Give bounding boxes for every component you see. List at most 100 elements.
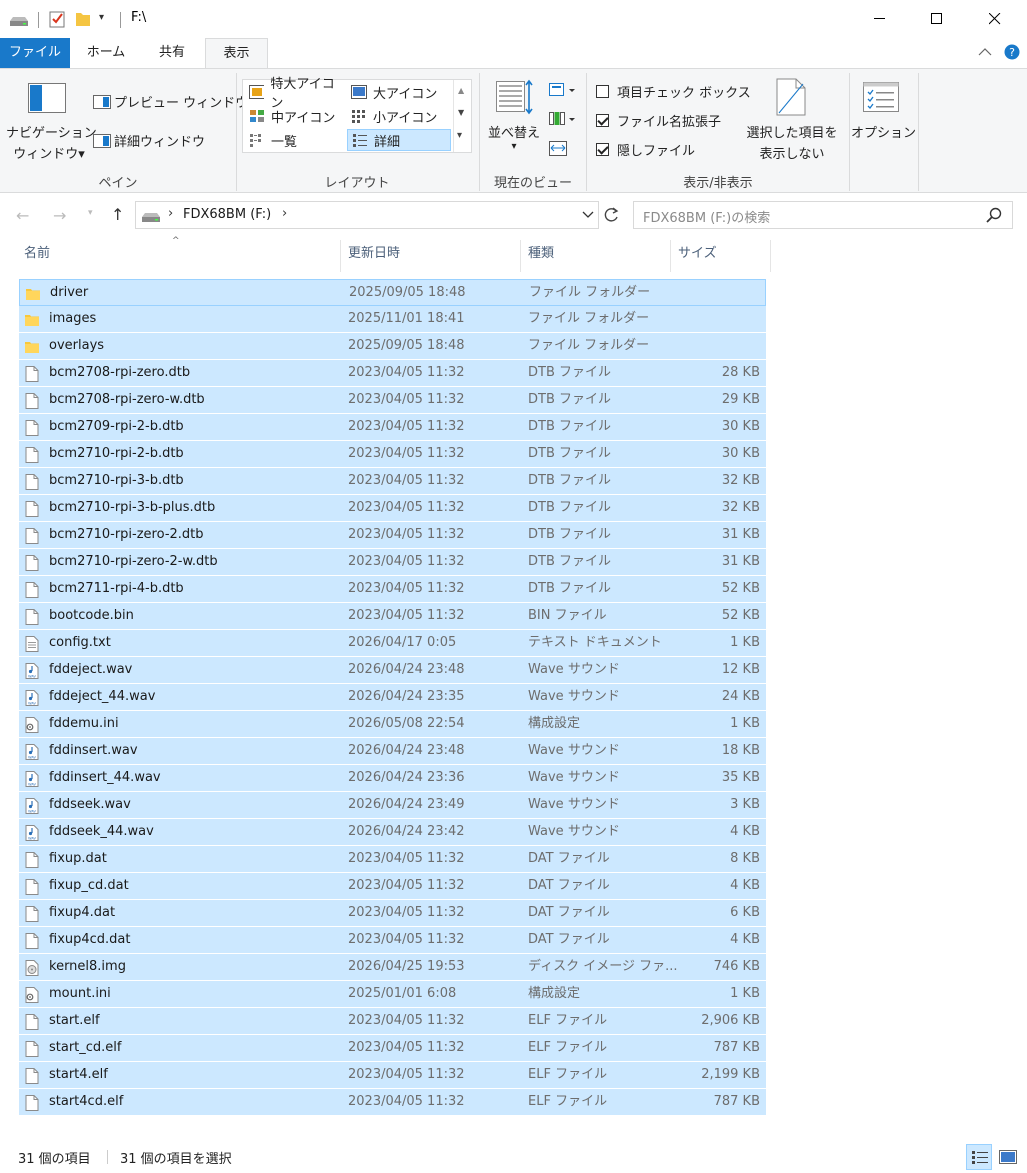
file-row[interactable]: start.elf 2023/04/05 11:32 ELF ファイル 2,906 K…	[19, 1008, 766, 1035]
up-icon[interactable]: ↑	[111, 205, 124, 224]
column-header-size[interactable]: サイズ	[678, 240, 770, 272]
file-row[interactable]: bcm2711-rpi-4-b.dtb 2023/04/05 11:32 DTB フ…	[19, 576, 766, 603]
column-header-date[interactable]: 更新日時	[348, 240, 520, 272]
file-row[interactable]: mount.ini 2025/01/01 6:08 構成設定 1 KB	[19, 981, 766, 1008]
options-icon[interactable]	[863, 82, 899, 116]
layout-details[interactable]: 詳細	[347, 129, 451, 151]
search-box[interactable]: FDX68BM (F:)の検索	[633, 201, 1013, 229]
file-row[interactable]: config.txt 2026/04/17 0:05 テキスト ドキュメント 1 KB	[19, 630, 766, 657]
expand-gallery-icon[interactable]: ▾	[457, 130, 462, 141]
file-type: DTB ファイル	[528, 446, 612, 461]
file-row[interactable]: WAV fddseek.wav 2026/04/24 23:49 Wave サウンド 3…	[19, 792, 766, 819]
address-dropdown-icon[interactable]	[582, 209, 594, 224]
details-view-button[interactable]	[966, 1144, 992, 1170]
folder-row[interactable]: driver 2025/09/05 18:48 ファイル フォルダー	[19, 279, 766, 306]
file-row[interactable]: bcm2709-rpi-2-b.dtb 2023/04/05 11:32 DTB フ…	[19, 414, 766, 441]
layout-large-icons[interactable]: 大アイコン	[347, 81, 451, 103]
file-row[interactable]: start_cd.elf 2023/04/05 11:32 ELF ファイル 787 …	[19, 1035, 766, 1062]
new-folder-icon[interactable]	[75, 10, 91, 32]
show-hide-group-label: 表示/非表示	[683, 176, 753, 191]
properties-icon[interactable]	[49, 10, 65, 32]
navigation-pane-icon[interactable]	[28, 83, 66, 117]
file-row[interactable]: fixup_cd.dat 2023/04/05 11:32 DAT ファイル 4 KB	[19, 873, 766, 900]
search-icon[interactable]	[986, 207, 1002, 227]
group-by-button[interactable]	[549, 82, 577, 102]
file-row[interactable]: fixup4.dat 2023/04/05 11:32 DAT ファイル 6 KB	[19, 900, 766, 927]
breadcrumb-separator-icon[interactable]: ›	[168, 206, 173, 221]
file-row[interactable]: fixup.dat 2023/04/05 11:32 DAT ファイル 8 KB	[19, 846, 766, 873]
file-row[interactable]: WAV fddinsert_44.wav 2026/04/24 23:36 Wave …	[19, 765, 766, 792]
file-row[interactable]: bcm2710-rpi-3-b-plus.dtb 2023/04/05 11:32…	[19, 495, 766, 522]
breadcrumb-chevron-icon[interactable]: ›	[282, 206, 287, 221]
recent-locations-icon[interactable]: ▾	[88, 208, 93, 218]
navigation-pane-button[interactable]: ナビゲーション ウィンドウ▾	[6, 122, 97, 162]
address-bar[interactable]: › FDX68BM (F:) ›	[135, 201, 599, 229]
maximize-button[interactable]	[908, 0, 966, 38]
file-type: BIN ファイル	[528, 608, 607, 623]
file-row[interactable]: WAV fddeject_44.wav 2026/04/24 23:35 Wave サ…	[19, 684, 766, 711]
file-row[interactable]: bcm2708-rpi-zero-w.dtb 2023/04/05 11:32 DT…	[19, 387, 766, 414]
layout-medium-icons[interactable]: 中アイコン	[245, 105, 345, 127]
item-checkboxes-checkbox[interactable]	[596, 85, 609, 98]
tab-share[interactable]: 共有	[144, 38, 200, 68]
layout-small-icons[interactable]: 小アイコン	[347, 105, 451, 127]
customize-qat-icon[interactable]: ▾	[99, 12, 104, 23]
large-icons-view-button[interactable]	[995, 1144, 1021, 1170]
file-extensions-checkbox[interactable]	[596, 114, 609, 127]
column-separator[interactable]	[670, 240, 671, 272]
tab-home[interactable]: ホーム	[78, 38, 134, 68]
add-columns-button[interactable]	[549, 111, 577, 131]
file-row[interactable]: kernel8.img 2026/04/25 19:53 ディスク イメージ ファ.…	[19, 954, 766, 981]
forward-icon[interactable]: →	[53, 206, 66, 225]
folder-row[interactable]: overlays 2025/09/05 18:48 ファイル フォルダー	[19, 333, 766, 360]
breadcrumb-drive[interactable]: FDX68BM (F:)	[183, 207, 271, 222]
options-button[interactable]: オプション	[851, 122, 916, 141]
file-row[interactable]: bcm2710-rpi-3-b.dtb 2023/04/05 11:32 DTB フ…	[19, 468, 766, 495]
file-row[interactable]: bootcode.bin 2023/04/05 11:32 BIN ファイル 52 K…	[19, 603, 766, 630]
column-header-type[interactable]: 種類	[528, 240, 670, 272]
layout-list[interactable]: 一覧	[245, 129, 345, 151]
file-row[interactable]: bcm2710-rpi-2-b.dtb 2023/04/05 11:32 DTB フ…	[19, 441, 766, 468]
details-pane-button[interactable]: 詳細ウィンドウ	[93, 131, 205, 150]
drive-icon[interactable]	[9, 13, 29, 31]
collapse-ribbon-icon[interactable]	[978, 46, 992, 61]
tab-file[interactable]: ファイル	[0, 38, 70, 68]
layout-gallery-scroller[interactable]: ▲ ▼ ▾	[453, 80, 469, 152]
scroll-up-icon[interactable]: ▲	[458, 86, 464, 95]
minimize-button[interactable]	[851, 0, 909, 38]
file-row[interactable]: bcm2710-rpi-zero-2-w.dtb 2023/04/05 11:32…	[19, 549, 766, 576]
layout-xlarge-icons[interactable]: 特大アイコン	[245, 77, 345, 111]
close-button[interactable]	[966, 0, 1024, 38]
sort-by-button[interactable]: 並べ替え ▾	[480, 122, 548, 152]
column-separator[interactable]	[520, 240, 521, 272]
file-row[interactable]: WAV fddeject.wav 2026/04/24 23:48 Wave サウンド…	[19, 657, 766, 684]
column-separator[interactable]	[770, 240, 771, 272]
scroll-down-icon[interactable]: ▼	[458, 108, 464, 117]
status-separator	[107, 1150, 108, 1164]
file-date: 2025/11/01 18:41	[348, 311, 465, 326]
file-name: fddemu.ini	[49, 716, 119, 731]
hide-selected-icon[interactable]	[776, 78, 806, 120]
file-row[interactable]: fixup4cd.dat 2023/04/05 11:32 DAT ファイル 4 KB	[19, 927, 766, 954]
file-row[interactable]: start4cd.elf 2023/04/05 11:32 ELF ファイル 787 …	[19, 1089, 766, 1116]
size-columns-button[interactable]	[549, 139, 569, 161]
folder-row[interactable]: images 2025/11/01 18:41 ファイル フォルダー	[19, 306, 766, 333]
back-icon[interactable]: ←	[16, 206, 29, 225]
sort-by-icon[interactable]	[496, 79, 534, 121]
sort-by-label: 並べ替え	[487, 126, 540, 141]
file-row[interactable]: WAV fddinsert.wav 2026/04/24 23:48 Wave サウン…	[19, 738, 766, 765]
tab-view[interactable]: 表示	[205, 38, 268, 69]
file-row[interactable]: start4.elf 2023/04/05 11:32 ELF ファイル 2,199 …	[19, 1062, 766, 1089]
file-row[interactable]: fddemu.ini 2026/05/08 22:54 構成設定 1 KB	[19, 711, 766, 738]
file-row[interactable]: WAV fddseek_44.wav 2026/04/24 23:42 Wave サウ…	[19, 819, 766, 846]
column-separator[interactable]	[340, 240, 341, 272]
help-icon[interactable]: ?	[1004, 44, 1020, 64]
hide-selected-button[interactable]: 選択した項目を 表示しない	[740, 122, 844, 162]
file-row[interactable]: bcm2710-rpi-zero-2.dtb 2023/04/05 11:32 DT…	[19, 522, 766, 549]
preview-pane-button[interactable]: プレビュー ウィンドウ	[93, 92, 248, 111]
refresh-icon[interactable]	[602, 206, 620, 228]
hidden-items-checkbox[interactable]	[596, 143, 609, 156]
layout-group-label: レイアウト	[324, 176, 390, 191]
file-row[interactable]: bcm2708-rpi-zero.dtb 2023/04/05 11:32 DTB …	[19, 360, 766, 387]
column-header-name[interactable]: 名前	[24, 240, 340, 272]
